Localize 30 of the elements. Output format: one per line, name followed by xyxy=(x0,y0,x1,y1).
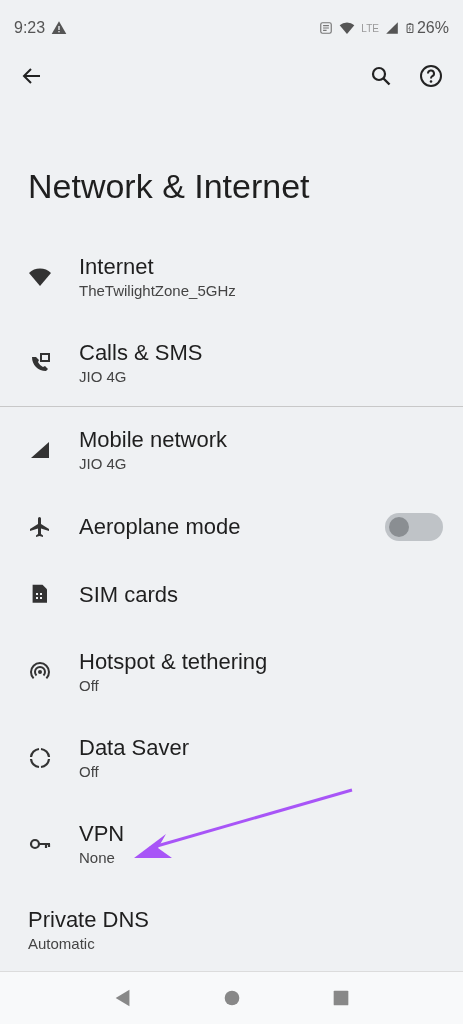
setting-title[interactable]: Aeroplane mode xyxy=(79,513,385,541)
setting-summary: Off xyxy=(79,762,100,782)
signal-icon xyxy=(384,21,399,35)
setting-summary: TheTwilightZone_5GHz xyxy=(79,281,237,301)
setting-title[interactable]: Private DNS xyxy=(28,906,443,934)
setting-summary: Automatic xyxy=(28,934,96,954)
battery-percent: 26% xyxy=(416,19,449,37)
setting-title[interactable]: Data Saver xyxy=(79,734,443,762)
setting-title[interactable]: SIM cards xyxy=(79,581,443,609)
toggle-switch[interactable] xyxy=(385,513,443,541)
help-icon[interactable] xyxy=(419,64,443,88)
clock-time: 9:23 xyxy=(14,19,46,37)
wifi-icon xyxy=(339,20,356,36)
battery-icon xyxy=(404,20,415,36)
airplane-icon xyxy=(28,515,52,539)
setting-summary: None xyxy=(79,848,116,868)
setting-title[interactable]: Calls & SMS xyxy=(79,339,443,367)
setting-summary: Off xyxy=(79,676,100,696)
data-saver-icon xyxy=(28,746,52,770)
warning-icon xyxy=(51,20,68,36)
setting-title[interactable]: Hotspot & tethering xyxy=(79,648,443,676)
page-title: Network & Internet xyxy=(27,166,311,207)
setting-title[interactable]: Internet xyxy=(79,253,443,281)
search-icon[interactable] xyxy=(369,64,393,88)
setting-summary: JIO 4G xyxy=(79,454,128,474)
setting-summary: JIO 4G xyxy=(79,367,128,387)
network-type: LTE xyxy=(361,22,379,34)
volte-icon xyxy=(319,21,334,35)
setting-title[interactable]: Mobile network xyxy=(79,426,443,454)
setting-title[interactable]: VPN xyxy=(79,820,443,848)
